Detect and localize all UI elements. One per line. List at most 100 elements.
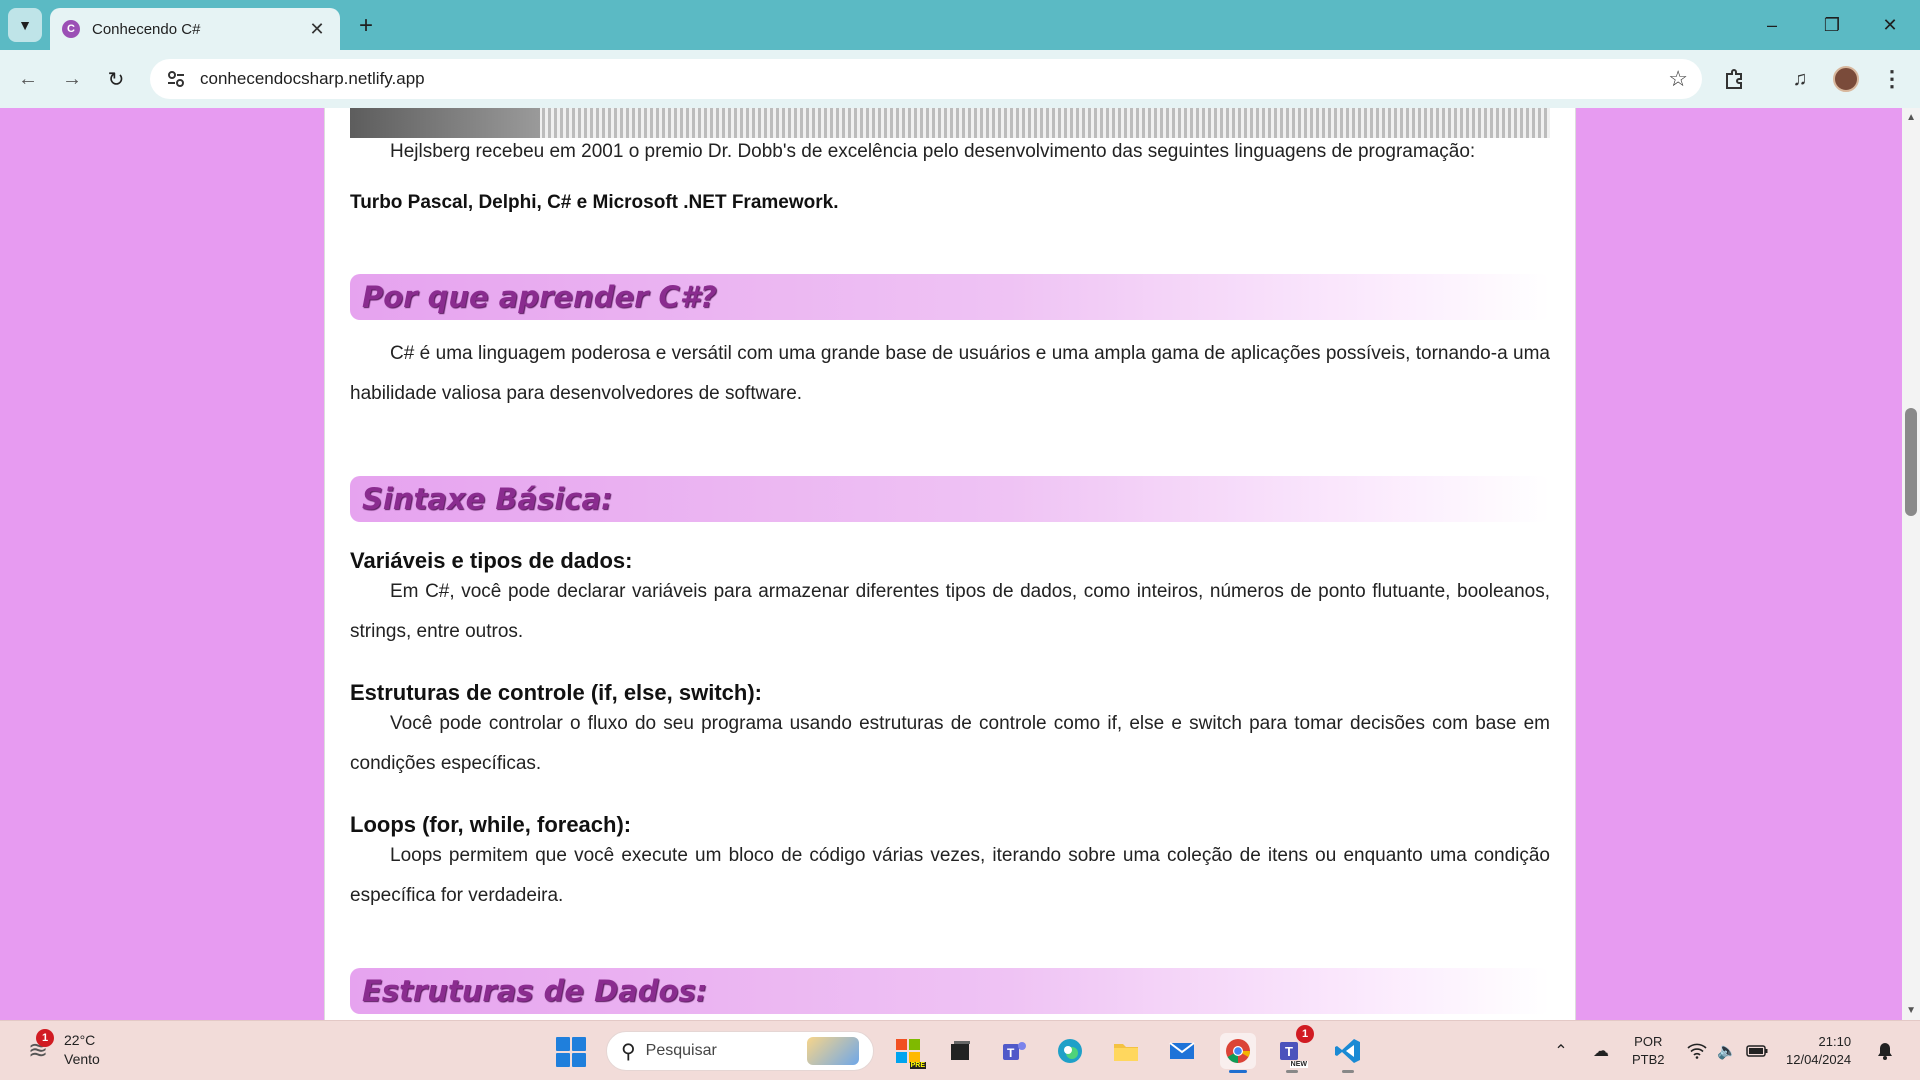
tab-search-button[interactable]: ▼	[8, 8, 42, 42]
battery-icon[interactable]	[1744, 1033, 1770, 1069]
intro-paragraph: Hejlsberg recebeu em 2001 o premio Dr. D…	[350, 132, 1550, 172]
mail-icon	[1169, 1042, 1195, 1059]
scroll-down-icon[interactable]: ▼	[1906, 1005, 1916, 1016]
language-code: POR	[1634, 1034, 1663, 1049]
svg-text:T: T	[1007, 1046, 1015, 1060]
windows-logo-icon	[556, 1037, 570, 1051]
wifi-icon[interactable]	[1684, 1033, 1710, 1069]
windows-logo-pane	[572, 1053, 586, 1067]
language-indicator[interactable]: POR PTB2	[1632, 1033, 1665, 1069]
onedrive-icon[interactable]: ☁	[1588, 1033, 1614, 1069]
taskbar-app-task-view[interactable]	[942, 1033, 978, 1069]
taskbar-app-mail[interactable]	[1164, 1033, 1200, 1069]
section-why-text: C# é uma linguagem poderosa e versátil c…	[350, 343, 1550, 404]
syntax-heading-loops: Loops (for, while, foreach):	[350, 812, 632, 837]
close-window-button[interactable]: ✕	[1870, 12, 1910, 38]
clock[interactable]: 21:10 12/04/2024	[1786, 1033, 1851, 1069]
section-data-header: Estruturas de Dados:	[350, 968, 1550, 1014]
minimize-button[interactable]: –	[1752, 12, 1792, 38]
new-label: NEW	[1289, 1061, 1308, 1068]
search-icon: ⚲	[621, 1040, 636, 1063]
section-why-title: Por que aprender C#?	[362, 280, 717, 314]
section-syntax-title: Sintaxe Básica:	[362, 482, 613, 516]
weather-description: Vento	[64, 1051, 100, 1067]
browser-menu-icon[interactable]: ⋮	[1876, 63, 1908, 95]
site-favicon-icon: C	[62, 20, 80, 38]
syntax-heading-variables: Variáveis e tipos de dados:	[350, 548, 633, 573]
back-button[interactable]: ←	[12, 63, 44, 95]
taskbar-search[interactable]: ⚲ Pesquisar	[606, 1031, 874, 1071]
preview-label: PRE	[909, 1062, 926, 1069]
notification-bell-icon[interactable]	[1872, 1033, 1898, 1069]
syntax-paragraph-loops: Loops permitem que você execute um bloco…	[350, 836, 1550, 916]
syntax-text-loops: Loops permitem que você execute um bloco…	[350, 845, 1550, 906]
task-view-icon	[951, 1041, 970, 1060]
content-card: Hejlsberg recebeu em 2001 o premio Dr. D…	[324, 108, 1576, 1020]
extensions-puzzle-icon[interactable]	[1718, 63, 1750, 95]
taskbar-app-store[interactable]: PRE	[890, 1033, 926, 1069]
avatar	[1833, 66, 1859, 92]
section-why-paragraph: C# é uma linguagem poderosa e versátil c…	[350, 334, 1550, 414]
teams-notification-badge: 1	[1296, 1025, 1314, 1043]
scroll-up-icon[interactable]: ▲	[1906, 112, 1916, 123]
reload-icon: ↻	[107, 68, 125, 91]
clock-time: 21:10	[1818, 1034, 1852, 1049]
running-app-indicator	[1286, 1070, 1298, 1073]
reload-button[interactable]: ↻	[100, 63, 132, 95]
show-hidden-icons-chevron-icon[interactable]: ⌃	[1548, 1033, 1574, 1069]
browser-toolbar: ← → ↻ conhecendocsharp.netlify.app ☆ ♫ ⋮	[0, 50, 1920, 108]
tab-strip: ▼ C Conhecendo C# ✕ + – ❐ ✕	[0, 0, 1920, 50]
taskbar-app-teams-new[interactable]: T 1 NEW	[1274, 1025, 1314, 1073]
chevron-down-icon: ▼	[18, 17, 32, 33]
active-app-indicator	[1229, 1070, 1247, 1073]
section-data-title: Estruturas de Dados:	[362, 974, 708, 1008]
wind-icon: ≋ 1	[22, 1029, 54, 1065]
syntax-heading-control: Estruturas de controle (if, else, switch…	[350, 680, 762, 705]
taskbar-app-chrome[interactable]	[1220, 1033, 1256, 1073]
page-viewport: Hejlsberg recebeu em 2001 o premio Dr. D…	[0, 108, 1920, 1020]
weather-widget[interactable]: ≋ 1 22°C Vento	[22, 1029, 100, 1069]
arrow-left-icon: ←	[18, 67, 38, 90]
section-why-header: Por que aprender C#?	[350, 274, 1550, 320]
running-app-indicator	[1342, 1070, 1354, 1073]
restore-button[interactable]: ❐	[1812, 12, 1852, 38]
profile-avatar[interactable]	[1830, 63, 1862, 95]
page-scrollbar[interactable]: ▲ ▼	[1902, 108, 1920, 1020]
syntax-text-variables: Em C#, você pode declarar variáveis para…	[350, 581, 1550, 642]
windows-logo-pane	[556, 1053, 570, 1067]
media-controls-icon[interactable]: ♫	[1784, 63, 1816, 95]
clock-date: 12/04/2024	[1786, 1052, 1852, 1067]
taskbar-app-vscode[interactable]	[1330, 1033, 1366, 1073]
volume-muted-icon[interactable]: 🔈	[1714, 1033, 1740, 1069]
site-info-icon[interactable]	[164, 67, 188, 91]
url-text: conhecendocsharp.netlify.app	[200, 69, 425, 88]
bookmark-star-icon[interactable]: ☆	[1668, 66, 1688, 92]
vscode-icon	[1335, 1039, 1360, 1063]
intro-paragraph-text: Hejlsberg recebeu em 2001 o premio Dr. D…	[390, 141, 1476, 162]
syntax-paragraph-variables: Em C#, você pode declarar variáveis para…	[350, 572, 1550, 652]
forward-button[interactable]: →	[56, 63, 88, 95]
taskbar-app-edge[interactable]	[1052, 1033, 1088, 1069]
intro-languages: Turbo Pascal, Delphi, C# e Microsoft .NE…	[350, 192, 839, 213]
address-bar[interactable]: conhecendocsharp.netlify.app ☆	[150, 59, 1702, 99]
syntax-text-control: Você pode controlar o fluxo do seu progr…	[350, 713, 1550, 774]
edge-icon	[1058, 1039, 1082, 1063]
start-button[interactable]	[556, 1037, 586, 1067]
chrome-icon	[1226, 1039, 1250, 1063]
weather-badge: 1	[36, 1029, 54, 1047]
taskbar-app-teams[interactable]: T	[996, 1033, 1032, 1069]
close-tab-icon[interactable]: ✕	[306, 19, 328, 40]
search-placeholder: Pesquisar	[645, 1042, 717, 1059]
scrollbar-thumb[interactable]	[1905, 408, 1917, 516]
keyboard-layout: PTB2	[1632, 1052, 1665, 1067]
svg-text:T: T	[1285, 1044, 1293, 1059]
tab-title: Conhecendo C#	[92, 20, 201, 38]
new-tab-button[interactable]: +	[352, 12, 380, 40]
search-highlight-image	[807, 1037, 859, 1065]
folder-icon	[1114, 1044, 1138, 1061]
taskbar-app-explorer[interactable]	[1108, 1033, 1144, 1069]
syntax-paragraph-control: Você pode controlar o fluxo do seu progr…	[350, 704, 1550, 784]
teams-icon: T	[1003, 1042, 1026, 1060]
taskbar: ≋ 1 22°C Vento ⚲ Pesquisar PRE T T 1 NEW…	[0, 1020, 1920, 1080]
tab-conhecendo-csharp[interactable]: C Conhecendo C# ✕	[50, 8, 340, 50]
